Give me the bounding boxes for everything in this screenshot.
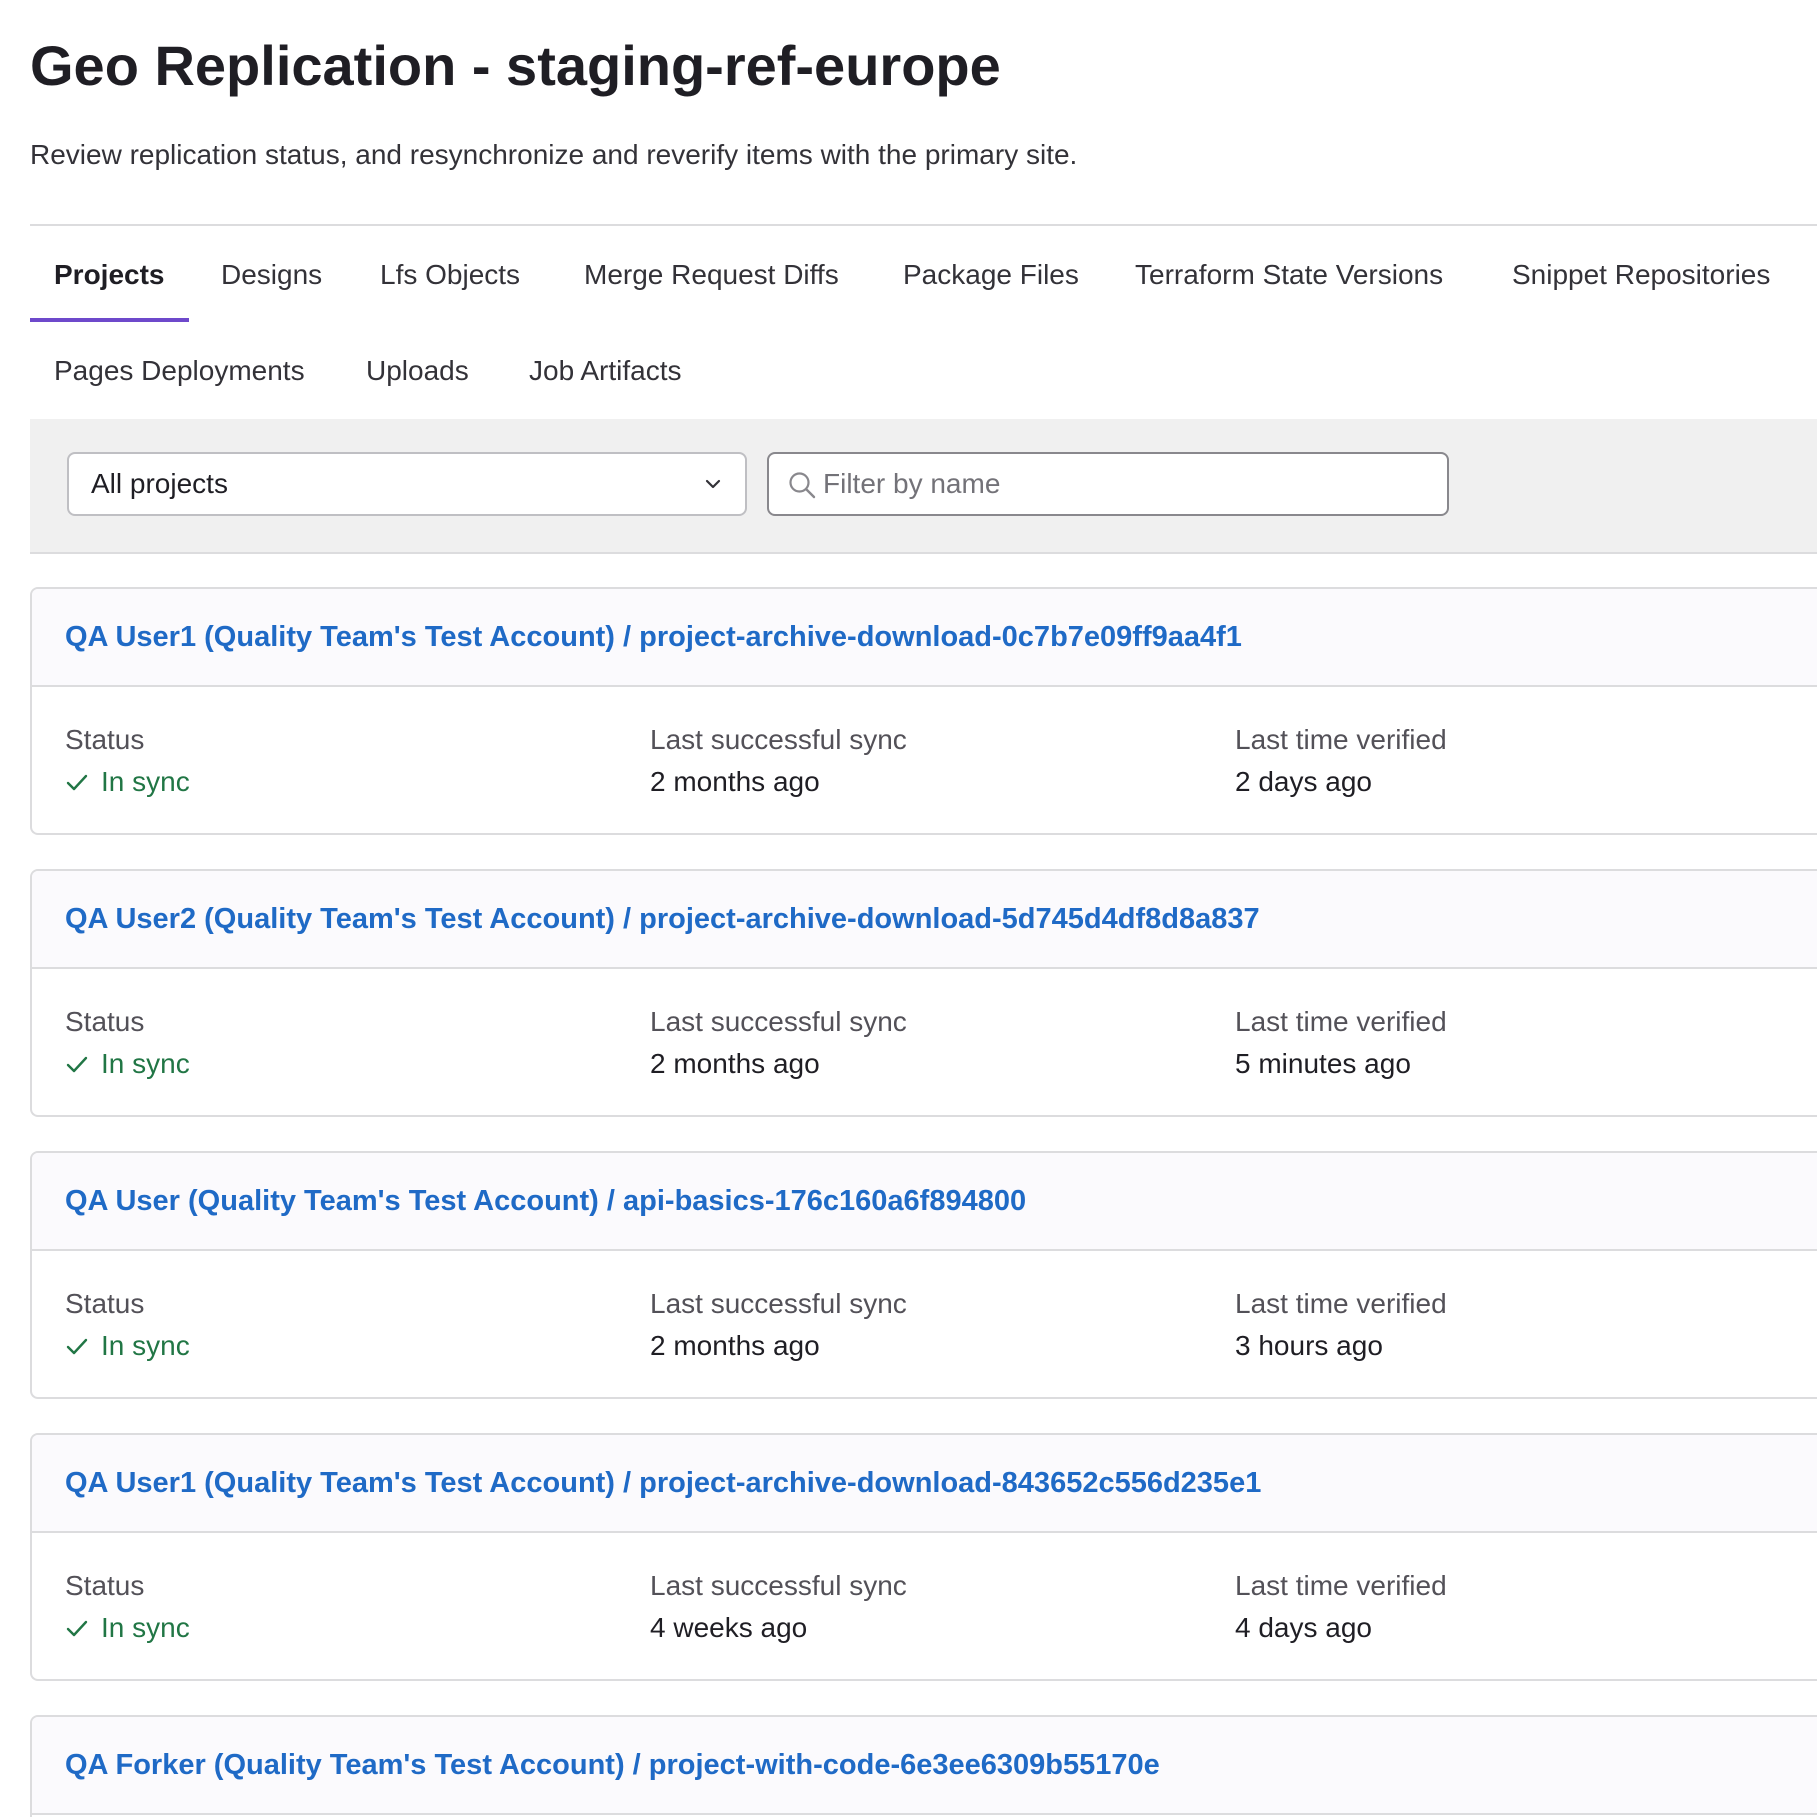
- status-value: In sync: [65, 1045, 190, 1083]
- check-icon: [66, 1338, 88, 1355]
- status-text: In sync: [101, 1330, 190, 1361]
- last-verified-value: 5 minutes ago: [1235, 1048, 1411, 1079]
- chevron-down-icon: [705, 479, 721, 489]
- last-sync-value: 2 months ago: [650, 766, 820, 797]
- filter-bar: All projects: [30, 419, 1817, 554]
- replicable-item-details: Status In sync Last successful sync 2 mo…: [32, 1251, 1817, 1397]
- status-label: Status: [65, 1288, 145, 1319]
- check-icon: [66, 1056, 88, 1073]
- tab-snippet-repositories[interactable]: Snippet Repositories: [1512, 255, 1770, 295]
- replicable-item: QA User (Quality Team's Test Account) / …: [30, 1151, 1817, 1399]
- last-verified-field: Last time verified 3 hours ago: [1235, 1285, 1447, 1365]
- tab-terraform-state-versions[interactable]: Terraform State Versions: [1135, 255, 1443, 295]
- project-link[interactable]: QA User1 (Quality Team's Test Account) /…: [65, 589, 1242, 685]
- replicable-item-header: QA User1 (Quality Team's Test Account) /…: [32, 589, 1817, 687]
- tab-package-files[interactable]: Package Files: [903, 255, 1079, 295]
- last-sync-value: 4 weeks ago: [650, 1612, 808, 1643]
- status-label: Status: [65, 1006, 145, 1037]
- last-verified-value: 2 days ago: [1235, 766, 1372, 797]
- last-sync-label: Last successful sync: [650, 1570, 907, 1601]
- last-verified-label: Last time verified: [1235, 1570, 1447, 1601]
- filter-search-box: [767, 452, 1449, 516]
- status-value: In sync: [65, 1327, 190, 1365]
- status-field: Status In sync: [65, 1285, 190, 1365]
- active-tab-indicator: [30, 318, 189, 322]
- last-sync-field: Last successful sync 2 months ago: [650, 1285, 907, 1365]
- status-text: In sync: [101, 766, 190, 797]
- last-sync-field: Last successful sync 4 weeks ago: [650, 1567, 907, 1647]
- project-link[interactable]: QA User2 (Quality Team's Test Account) /…: [65, 871, 1260, 967]
- last-sync-label: Last successful sync: [650, 1288, 907, 1319]
- filter-by-name-input[interactable]: [823, 454, 1423, 514]
- last-sync-value: 2 months ago: [650, 1048, 820, 1079]
- page: Geo Replication - staging-ref-europe Rev…: [0, 0, 1817, 1817]
- status-text: In sync: [101, 1048, 190, 1079]
- replicable-type-tabs: Projects Designs Lfs Objects Merge Reque…: [30, 224, 1817, 423]
- status-field: Status In sync: [65, 721, 190, 801]
- page-description: Review replication status, and resynchro…: [30, 139, 1078, 170]
- last-sync-field: Last successful sync 2 months ago: [650, 721, 907, 801]
- last-verified-value: 3 hours ago: [1235, 1330, 1383, 1361]
- search-icon: [789, 472, 816, 499]
- last-sync-label: Last successful sync: [650, 724, 907, 755]
- replicable-item-details: Status In sync Last successful sync 2 mo…: [32, 687, 1817, 833]
- project-link[interactable]: QA User1 (Quality Team's Test Account) /…: [65, 1435, 1261, 1531]
- replicable-item: QA User1 (Quality Team's Test Account) /…: [30, 587, 1817, 835]
- tab-pages-deployments[interactable]: Pages Deployments: [54, 351, 305, 391]
- status-text: In sync: [101, 1612, 190, 1643]
- status-value: In sync: [65, 1609, 190, 1647]
- tab-projects[interactable]: Projects: [54, 255, 165, 295]
- replicable-item-header: QA User2 (Quality Team's Test Account) /…: [32, 871, 1817, 969]
- status-field: Status In sync: [65, 1567, 190, 1647]
- last-verified-label: Last time verified: [1235, 724, 1447, 755]
- tab-designs[interactable]: Designs: [221, 255, 322, 295]
- replicable-item: QA Forker (Quality Team's Test Account) …: [30, 1715, 1817, 1817]
- last-verified-label: Last time verified: [1235, 1288, 1447, 1319]
- project-scope-dropdown[interactable]: All projects: [67, 452, 747, 516]
- status-value: In sync: [65, 763, 190, 801]
- status-label: Status: [65, 1570, 145, 1601]
- tab-merge-request-diffs[interactable]: Merge Request Diffs: [584, 255, 839, 295]
- replicable-item: QA User1 (Quality Team's Test Account) /…: [30, 1433, 1817, 1681]
- tab-uploads[interactable]: Uploads: [366, 351, 469, 391]
- last-verified-value: 4 days ago: [1235, 1612, 1372, 1643]
- replicable-item-header: QA User (Quality Team's Test Account) / …: [32, 1153, 1817, 1251]
- check-icon: [66, 774, 88, 791]
- project-link[interactable]: QA Forker (Quality Team's Test Account) …: [65, 1717, 1160, 1813]
- page-title: Geo Replication - staging-ref-europe: [30, 34, 1001, 97]
- status-label: Status: [65, 724, 145, 755]
- tab-job-artifacts[interactable]: Job Artifacts: [529, 351, 682, 391]
- replicable-item-header: QA Forker (Quality Team's Test Account) …: [32, 1717, 1817, 1815]
- project-scope-selected: All projects: [91, 468, 228, 499]
- last-verified-field: Last time verified 5 minutes ago: [1235, 1003, 1447, 1083]
- last-verified-field: Last time verified 4 days ago: [1235, 1567, 1447, 1647]
- last-sync-label: Last successful sync: [650, 1006, 907, 1037]
- last-verified-label: Last time verified: [1235, 1006, 1447, 1037]
- check-icon: [66, 1620, 88, 1637]
- replicable-item-details: Status In sync Last successful sync 2 mo…: [32, 969, 1817, 1115]
- tab-lfs-objects[interactable]: Lfs Objects: [380, 255, 520, 295]
- last-sync-value: 2 months ago: [650, 1330, 820, 1361]
- replicable-item: QA User2 (Quality Team's Test Account) /…: [30, 869, 1817, 1117]
- replicable-item-header: QA User1 (Quality Team's Test Account) /…: [32, 1435, 1817, 1533]
- last-verified-field: Last time verified 2 days ago: [1235, 721, 1447, 801]
- project-link[interactable]: QA User (Quality Team's Test Account) / …: [65, 1153, 1026, 1249]
- last-sync-field: Last successful sync 2 months ago: [650, 1003, 907, 1083]
- replicable-item-details: Status In sync Last successful sync 4 we…: [32, 1533, 1817, 1679]
- status-field: Status In sync: [65, 1003, 190, 1083]
